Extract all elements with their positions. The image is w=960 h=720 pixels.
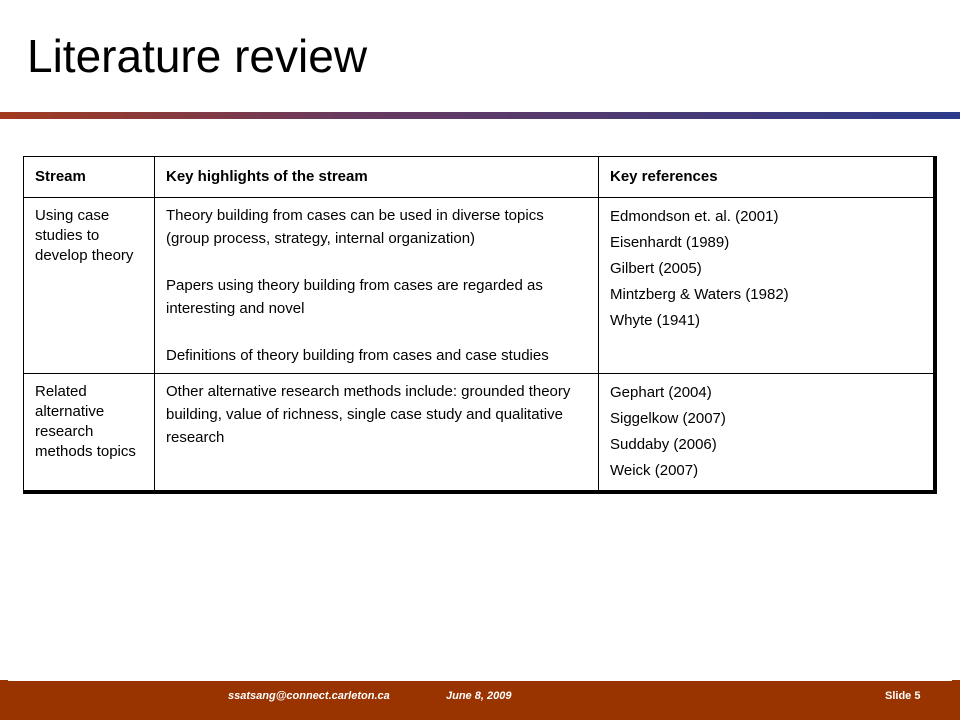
reference-item: Whyte (1941) xyxy=(610,312,701,329)
table-header-row: Stream Key highlights of the stream Key … xyxy=(23,156,934,198)
reference-item: Gephart (2004) xyxy=(610,384,712,401)
header-stream: Stream xyxy=(23,156,155,198)
reference-item: Mintzberg & Waters (1982) xyxy=(610,286,789,303)
reference-item: Weick (2007) xyxy=(610,462,699,479)
stream-cell: Using case studies to develop theory xyxy=(23,197,155,374)
highlight-item: Papers using theory building from cases … xyxy=(166,277,543,317)
title-divider xyxy=(0,112,960,119)
highlight-item: Other alternative research methods inclu… xyxy=(166,383,571,446)
reference-item: Suddaby (2006) xyxy=(610,436,717,453)
table-shadow: Stream Key highlights of the stream Key … xyxy=(23,156,937,494)
table-row: Using case studies to develop theory The… xyxy=(23,197,934,374)
footer-email: ssatsang@connect.carleton.ca xyxy=(228,690,390,702)
references-cell: Gephart (2004) Siggelkow (2007) Suddaby … xyxy=(598,373,934,491)
slide-number: Slide 5 xyxy=(885,690,921,702)
slide-title: Literature review xyxy=(27,30,368,82)
stream-cell: Related alternative research methods top… xyxy=(23,373,155,491)
highlights-cell: Other alternative research methods inclu… xyxy=(154,373,599,491)
reference-item: Siggelkow (2007) xyxy=(610,410,726,427)
footer-date: June 8, 2009 xyxy=(446,690,512,702)
reference-item: Gilbert (2005) xyxy=(610,260,702,277)
literature-table: Stream Key highlights of the stream Key … xyxy=(23,156,934,491)
table-row: Related alternative research methods top… xyxy=(23,373,934,491)
footer-divider xyxy=(8,680,952,681)
header-highlights: Key highlights of the stream xyxy=(154,156,599,198)
header-references: Key references xyxy=(598,156,934,198)
highlight-item: Definitions of theory building from case… xyxy=(166,347,549,364)
references-cell: Edmondson et. al. (2001) Eisenhardt (198… xyxy=(598,197,934,374)
reference-item: Edmondson et. al. (2001) xyxy=(610,208,779,225)
highlight-item: Theory building from cases can be used i… xyxy=(166,207,544,247)
reference-item: Eisenhardt (1989) xyxy=(610,234,730,251)
highlights-cell: Theory building from cases can be used i… xyxy=(154,197,599,374)
